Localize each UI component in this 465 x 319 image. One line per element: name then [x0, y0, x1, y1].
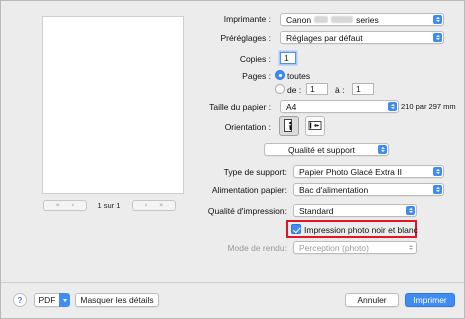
- pages-from-field[interactable]: 1: [306, 83, 328, 95]
- previous-page-icon[interactable]: ‹: [72, 202, 75, 209]
- paper-size-popup[interactable]: A4: [280, 100, 399, 113]
- pages-all-radio[interactable]: [275, 70, 285, 80]
- media-type-label: Type de support:: [223, 167, 287, 177]
- popup-arrows-icon: [406, 206, 415, 215]
- pages-range-radio[interactable]: [275, 84, 285, 94]
- paper-source-popup[interactable]: Bac d'alimentation: [293, 183, 444, 196]
- first-page-icon[interactable]: «: [56, 202, 60, 209]
- pdf-button[interactable]: PDF: [34, 293, 60, 307]
- media-type-popup[interactable]: Papier Photo Glacé Extra II: [293, 165, 444, 178]
- portrait-orientation-icon: [284, 119, 292, 132]
- paper-dimensions: 210 par 297 mm: [401, 102, 456, 111]
- redacted-model-part: [331, 16, 354, 23]
- printer-name-prefix: Canon: [286, 14, 312, 25]
- pages-from-label: de :: [287, 85, 302, 95]
- pages-to-label: à :: [335, 85, 345, 95]
- print-button[interactable]: Imprimer: [405, 293, 455, 307]
- popup-arrows-icon: [433, 167, 442, 176]
- grayscale-label: Impression photo noir et blanc: [304, 225, 418, 235]
- render-mode-popup[interactable]: Perception (photo): [293, 241, 417, 254]
- pages-to-field[interactable]: 1: [352, 83, 374, 95]
- paper-source-label: Alimentation papier:: [211, 185, 287, 195]
- preview-nav-forward-group: › »: [132, 200, 176, 211]
- preview-nav-back-group: « ‹: [43, 200, 87, 211]
- pages-all-label: toutes: [287, 71, 311, 81]
- section-popup-value: Qualité et support: [287, 144, 356, 155]
- section-popup[interactable]: Qualité et support: [264, 143, 389, 156]
- render-mode-label: Mode de rendu:: [227, 243, 287, 253]
- cancel-label: Annuler: [357, 295, 387, 305]
- pdf-label: PDF: [38, 295, 56, 305]
- page-counter: 1 sur 1: [97, 201, 121, 210]
- print-quality-popup[interactable]: Standard: [293, 204, 417, 217]
- print-preview-page: [42, 16, 184, 194]
- media-type-value: Papier Photo Glacé Extra II: [299, 166, 402, 177]
- chevron-down-icon: [62, 298, 67, 302]
- redacted-model-part: [314, 16, 329, 23]
- render-mode-value: Perception (photo): [299, 242, 369, 253]
- print-quality-value: Standard: [299, 205, 334, 216]
- popup-arrows-icon: [378, 145, 387, 154]
- copies-label: Copies :: [239, 54, 271, 64]
- help-button[interactable]: ?: [13, 293, 27, 307]
- portrait-orientation-button[interactable]: [279, 116, 299, 136]
- hide-details-button[interactable]: Masquer les détails: [75, 293, 159, 307]
- hide-details-label: Masquer les détails: [80, 295, 154, 305]
- presets-popup[interactable]: Réglages par défaut: [280, 31, 444, 44]
- print-dialog: « ‹ 1 sur 1 › » Imprimante : Canon serie…: [0, 0, 465, 319]
- popup-arrows-icon: [433, 33, 442, 42]
- last-page-icon[interactable]: »: [159, 202, 163, 209]
- print-label: Imprimer: [413, 295, 447, 305]
- popup-arrows-icon: [433, 15, 442, 24]
- grayscale-checkbox[interactable]: [291, 224, 301, 234]
- landscape-orientation-button[interactable]: [305, 116, 325, 136]
- pdf-menu-button[interactable]: [59, 293, 70, 307]
- printer-popup[interactable]: Canon series: [280, 13, 444, 26]
- help-icon: ?: [17, 295, 23, 305]
- paper-size-label: Taille du papier :: [209, 102, 271, 112]
- orientation-label: Orientation :: [224, 122, 271, 132]
- paper-size-value: A4: [286, 101, 297, 112]
- presets-label: Préréglages :: [220, 33, 271, 43]
- landscape-orientation-icon: [308, 121, 322, 130]
- footer-separator: [1, 282, 464, 283]
- next-page-icon[interactable]: ›: [145, 202, 148, 209]
- popup-arrows-icon: [388, 102, 397, 111]
- copies-field[interactable]: 1: [280, 52, 296, 64]
- printer-name-suffix: series: [356, 14, 379, 25]
- printer-label: Imprimante :: [223, 14, 271, 24]
- paper-source-value: Bac d'alimentation: [299, 184, 369, 195]
- presets-value: Réglages par défaut: [286, 32, 363, 43]
- popup-arrows-icon: [433, 185, 442, 194]
- cancel-button[interactable]: Annuler: [345, 293, 399, 307]
- pages-label: Pages :: [242, 71, 271, 81]
- popup-arrows-icon: [406, 243, 415, 252]
- print-quality-label: Qualité d'impression:: [207, 206, 287, 216]
